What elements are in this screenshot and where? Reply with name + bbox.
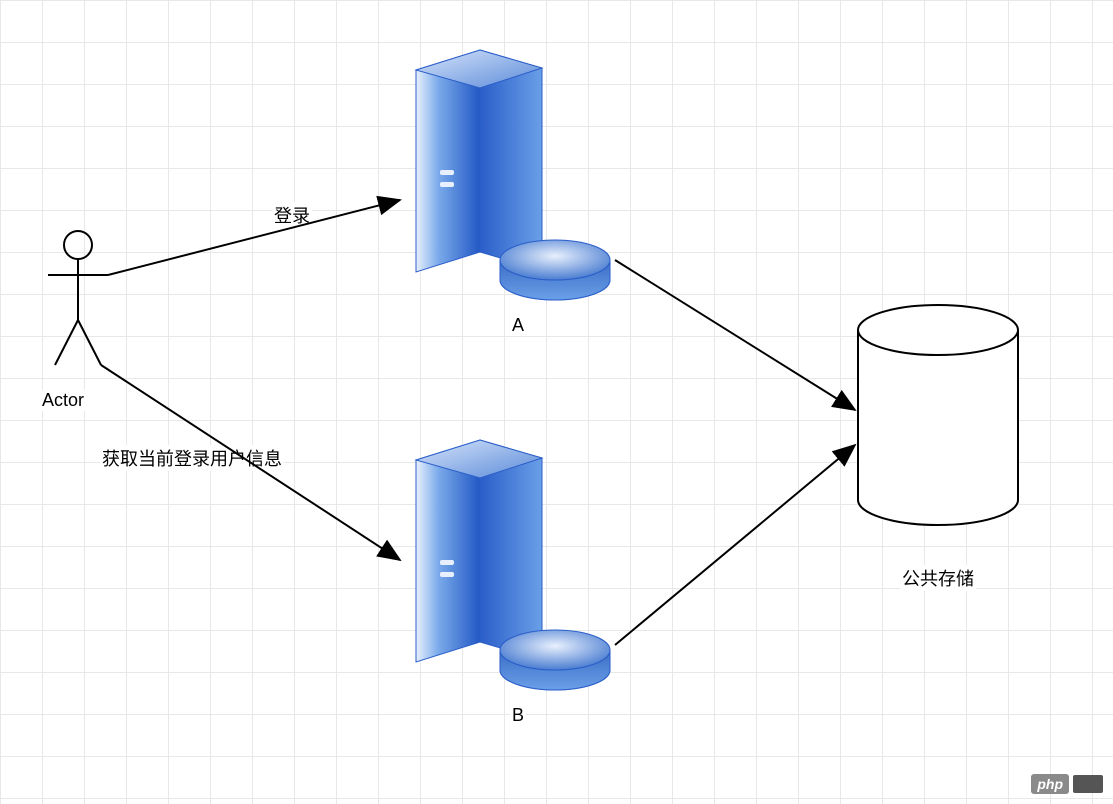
arrow-a-to-db: [615, 260, 855, 410]
arrow-actor-to-a: [108, 200, 400, 275]
actor-icon: [48, 231, 108, 365]
diagram-canvas: [0, 0, 1113, 804]
watermark-tail: [1073, 775, 1103, 793]
watermark-badge: php: [1031, 774, 1069, 794]
server-b-icon: [416, 440, 610, 690]
server-a-icon: [416, 50, 610, 300]
database-icon: [858, 305, 1018, 525]
arrow-actor-to-b: [101, 365, 400, 560]
arrow-b-to-db: [615, 445, 855, 645]
watermark: php: [1031, 774, 1103, 794]
